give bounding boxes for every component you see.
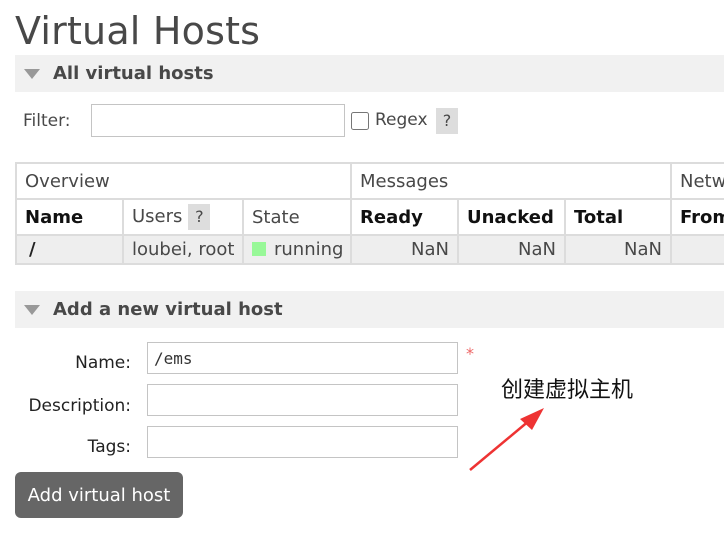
column-header-from[interactable]: From: [670, 198, 724, 236]
page-title: Virtual Hosts: [15, 9, 261, 53]
vhost-state-text: running: [274, 239, 344, 260]
tags-input[interactable]: [147, 426, 458, 458]
filter-label: Filter:: [23, 111, 71, 131]
column-header-state: State: [242, 198, 352, 236]
vhost-ready-cell: NaN: [350, 234, 459, 265]
column-header-ready[interactable]: Ready: [350, 198, 459, 236]
group-messages: Messages: [349, 162, 673, 200]
column-header-users-label: Users: [132, 206, 183, 227]
add-virtual-host-button[interactable]: Add virtual host: [15, 472, 183, 518]
annotation-arrow-icon: [469, 408, 544, 471]
filter-input[interactable]: [91, 104, 345, 137]
filter-help-button[interactable]: ?: [436, 108, 458, 134]
regex-label: Regex: [375, 110, 428, 130]
all-virtual-hosts-header[interactable]: All virtual hosts: [15, 55, 724, 92]
column-header-total[interactable]: Total: [563, 198, 673, 236]
column-header-name[interactable]: Name: [15, 198, 124, 236]
filter-row: Filter: Regex ?: [23, 104, 723, 137]
virtual-hosts-table: Overview Messages Netw Name Users? State…: [15, 162, 724, 265]
table-column-header-row: Name Users? State Ready Unacked Total Fr…: [15, 198, 724, 236]
vhost-users-cell: loubei, root: [122, 234, 244, 265]
vhost-name-cell: /: [15, 234, 124, 265]
add-virtual-host-header[interactable]: Add a new virtual host: [15, 291, 724, 328]
name-label: Name:: [75, 353, 131, 373]
description-label: Description:: [28, 396, 131, 416]
running-status-icon: [252, 242, 266, 256]
all-virtual-hosts-title: All virtual hosts: [53, 63, 214, 84]
vhost-name-input[interactable]: [147, 342, 458, 374]
vhost-name-link[interactable]: /: [25, 239, 36, 260]
tags-label: Tags:: [87, 437, 131, 457]
triangle-down-icon: [24, 305, 40, 315]
column-header-users: Users?: [122, 198, 244, 236]
vhost-from-cell: [670, 234, 724, 265]
regex-checkbox[interactable]: [351, 112, 369, 130]
required-marker: *: [466, 344, 474, 363]
vhost-unacked-cell: NaN: [457, 234, 566, 265]
users-help-button[interactable]: ?: [188, 204, 211, 230]
group-overview: Overview: [15, 162, 352, 200]
column-header-unacked[interactable]: Unacked: [457, 198, 566, 236]
table-row[interactable]: / loubei, root running NaN NaN NaN: [15, 234, 724, 265]
vhost-state-cell: running: [242, 234, 352, 265]
description-input[interactable]: [147, 384, 458, 416]
triangle-down-icon: [24, 69, 40, 79]
add-virtual-host-title: Add a new virtual host: [53, 299, 283, 320]
table-group-header-row: Overview Messages Netw: [15, 162, 724, 200]
vhost-total-cell: NaN: [563, 234, 673, 265]
group-network: Netw: [670, 162, 724, 200]
